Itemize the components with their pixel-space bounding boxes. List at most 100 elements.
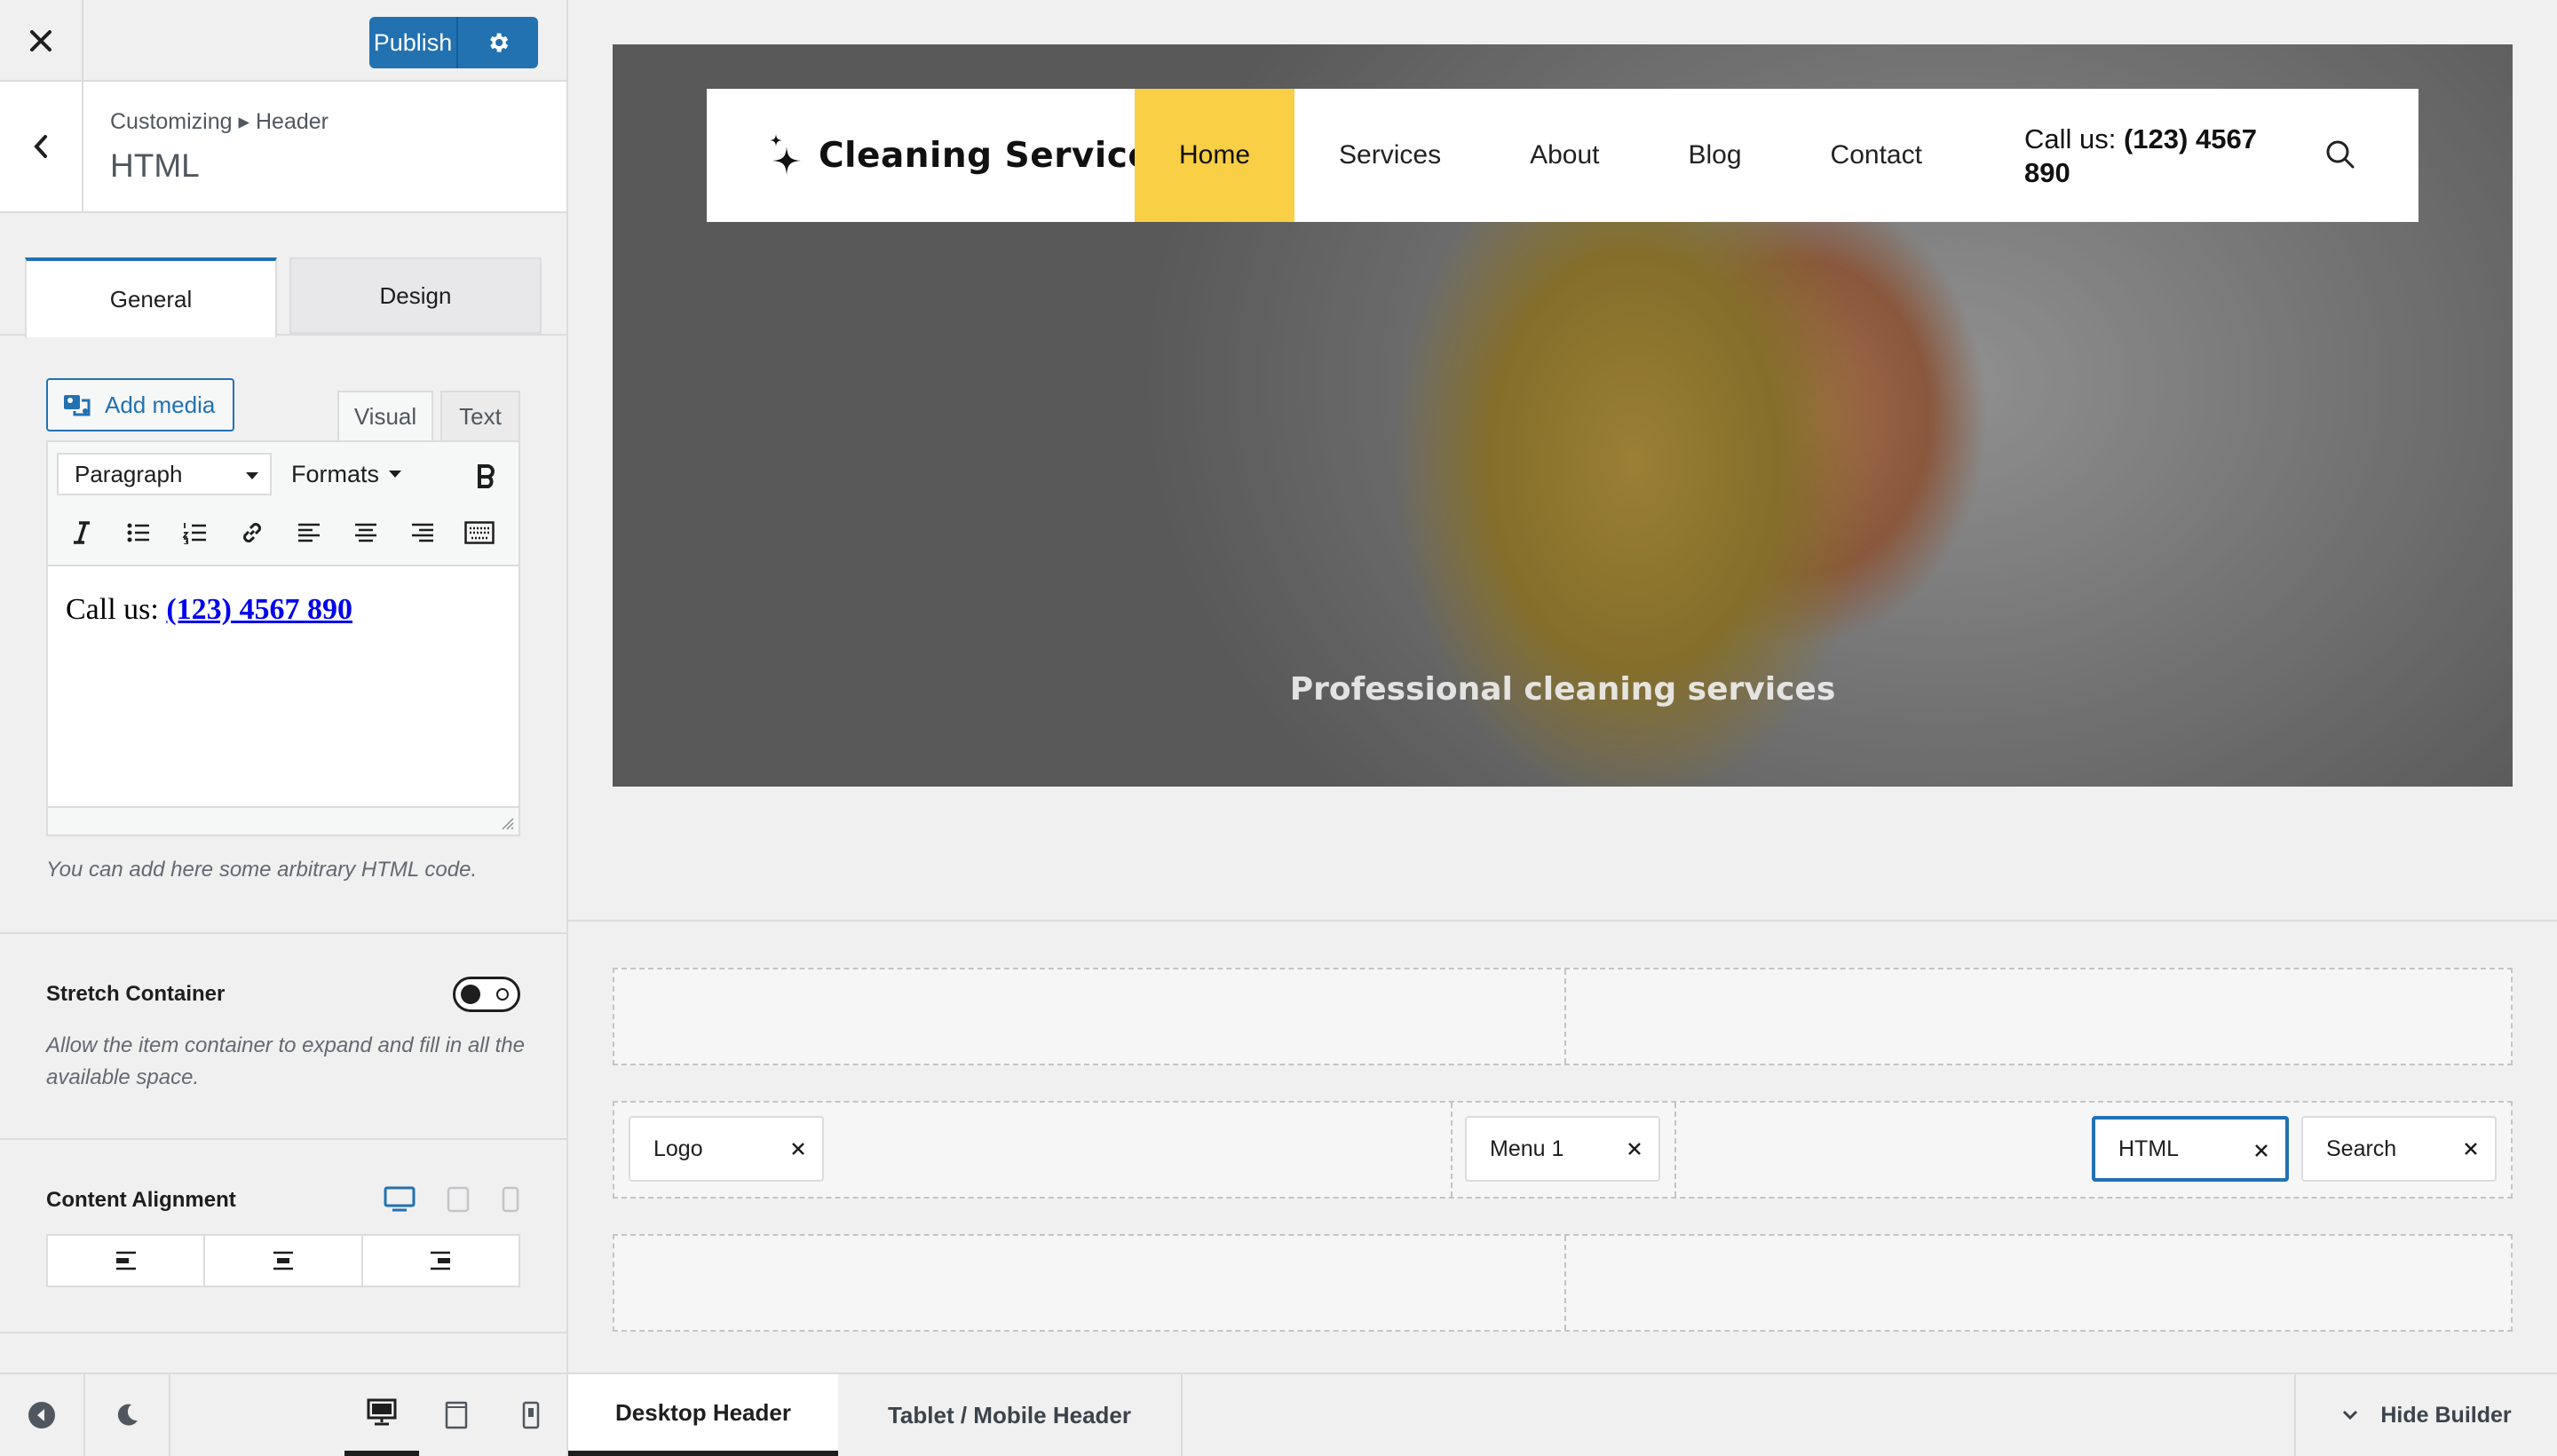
call-prefix: Call us: [2024, 123, 2124, 154]
customizer-sidebar: Publish Customizing ▸ Header HTML Genera… [0, 0, 568, 1456]
align-start-option[interactable] [48, 1236, 206, 1286]
editor-tab-text[interactable]: Text [440, 391, 520, 440]
nav-item-services[interactable]: Services [1294, 89, 1485, 222]
close-icon [30, 30, 51, 51]
align-center-option[interactable] [205, 1236, 363, 1286]
caret-down-icon [389, 471, 402, 478]
desktop-icon [367, 1398, 397, 1426]
tab-design[interactable]: Design [289, 257, 542, 334]
bullet-list-button[interactable] [117, 511, 160, 554]
builder-item-logo[interactable]: Logo [629, 1116, 824, 1182]
remove-icon[interactable] [2463, 1141, 2479, 1157]
back-button[interactable] [0, 82, 83, 211]
preview-tablet-button[interactable] [419, 1374, 494, 1456]
close-customizer-button[interactable] [0, 0, 83, 82]
tab-general[interactable]: General [25, 257, 277, 337]
align-center-icon [273, 1251, 293, 1270]
align-left-icon [298, 523, 320, 542]
align-center-icon [355, 523, 376, 542]
editor-text-prefix: Call us: [66, 593, 167, 626]
media-icon [64, 395, 91, 416]
builder-row-bottom[interactable] [613, 1234, 2513, 1332]
html-editor: Paragraph Formats Call us: (123) 4567 89… [46, 440, 520, 836]
editor-resize-bar[interactable] [48, 806, 519, 835]
align-right-icon [412, 523, 433, 542]
add-media-button[interactable]: Add media [46, 378, 234, 431]
builder-column-divider [1564, 1236, 1566, 1330]
add-media-label: Add media [105, 391, 216, 418]
align-center-button[interactable] [344, 511, 387, 554]
divider [0, 932, 566, 934]
site-preview: Cleaning Service Home Services About Blo… [613, 44, 2513, 787]
italic-button[interactable] [60, 511, 103, 554]
remove-icon[interactable] [2253, 1143, 2269, 1159]
chevron-left-icon [34, 135, 47, 158]
stretch-container-label: Stretch Container [46, 982, 226, 1006]
customizer-topbar: Publish [0, 0, 566, 82]
link-button[interactable] [231, 511, 273, 554]
search-icon [2326, 140, 2355, 169]
formats-dropdown[interactable]: Formats [291, 455, 402, 494]
tab-desktop-header[interactable]: Desktop Header [568, 1374, 838, 1456]
divider [0, 1138, 566, 1140]
builder-item-label: Search [2326, 1136, 2397, 1161]
hero-tagline: Professional cleaning services [1289, 671, 1836, 708]
builder-column-divider [1564, 969, 1566, 1064]
mobile-device-button[interactable] [501, 1186, 520, 1213]
align-end-option[interactable] [363, 1236, 519, 1286]
publish-button[interactable]: Publish [369, 17, 456, 68]
builder-item-menu[interactable]: Menu 1 [1465, 1116, 1660, 1182]
link-icon [243, 523, 261, 542]
remove-icon[interactable] [1627, 1141, 1643, 1157]
nav-item-blog[interactable]: Blog [1643, 89, 1785, 222]
builder-item-label: Logo [653, 1136, 703, 1161]
collapse-sidebar-button[interactable] [0, 1374, 85, 1456]
editor-content[interactable]: Call us: (123) 4567 890 [48, 566, 519, 806]
bold-icon [478, 464, 495, 488]
publish-settings-button[interactable] [456, 17, 538, 68]
builder-column-divider [1451, 1103, 1453, 1197]
remove-icon[interactable] [790, 1141, 806, 1157]
nav-item-about[interactable]: About [1485, 89, 1643, 222]
hide-builder-label: Hide Builder [2380, 1402, 2512, 1428]
section-title: HTML [110, 147, 200, 184]
content-alignment-label: Content Alignment [46, 1188, 236, 1212]
builder-item-search[interactable]: Search [2301, 1116, 2497, 1182]
hide-builder-button[interactable]: Hide Builder [2294, 1374, 2557, 1456]
mobile-icon [522, 1401, 540, 1429]
builder-footer: Desktop Header Tablet / Mobile Header Hi… [568, 1373, 2557, 1456]
block-format-value: Paragraph [75, 460, 183, 487]
builder-item-html[interactable]: HTML [2092, 1116, 2289, 1182]
editor-paragraph: Call us: (123) 4567 890 [66, 593, 501, 627]
section-header: Customizing ▸ Header HTML [0, 82, 566, 213]
site-header: Cleaning Service Home Services About Blo… [707, 89, 2418, 222]
numbered-list-button[interactable] [174, 511, 217, 554]
numbered-list-icon [183, 523, 206, 544]
block-format-select[interactable]: Paragraph [57, 453, 272, 495]
bold-button[interactable] [465, 455, 508, 497]
divider [0, 1332, 566, 1333]
preview-mobile-button[interactable] [494, 1374, 568, 1456]
toolbar-toggle-button[interactable] [458, 511, 501, 554]
keyboard-icon [464, 521, 495, 544]
tab-tablet-mobile-header[interactable]: Tablet / Mobile Header [838, 1374, 1183, 1456]
editor-tab-visual[interactable]: Visual [337, 391, 433, 440]
align-left-button[interactable] [288, 511, 330, 554]
desktop-device-button[interactable] [384, 1186, 416, 1213]
nav-item-home[interactable]: Home [1135, 89, 1295, 222]
phone-link[interactable]: (123) 4567 890 [166, 593, 352, 626]
nav-item-contact[interactable]: Contact [1786, 89, 1967, 222]
formats-label: Formats [291, 460, 380, 487]
stretch-container-toggle[interactable] [453, 977, 520, 1012]
bullet-list-icon [127, 523, 149, 542]
builder-row-top[interactable] [613, 968, 2513, 1065]
site-logo[interactable]: Cleaning Service [769, 89, 1152, 222]
align-right-button[interactable] [401, 511, 444, 554]
dark-mode-button[interactable] [85, 1374, 170, 1456]
tablet-device-button[interactable] [446, 1186, 471, 1213]
caret-down-icon [246, 472, 258, 479]
preview-desktop-button[interactable] [344, 1374, 419, 1456]
primary-nav: Home Services About Blog Contact [1135, 89, 1967, 222]
header-search-button[interactable] [2324, 138, 2356, 170]
publish-group: Publish [369, 17, 538, 68]
